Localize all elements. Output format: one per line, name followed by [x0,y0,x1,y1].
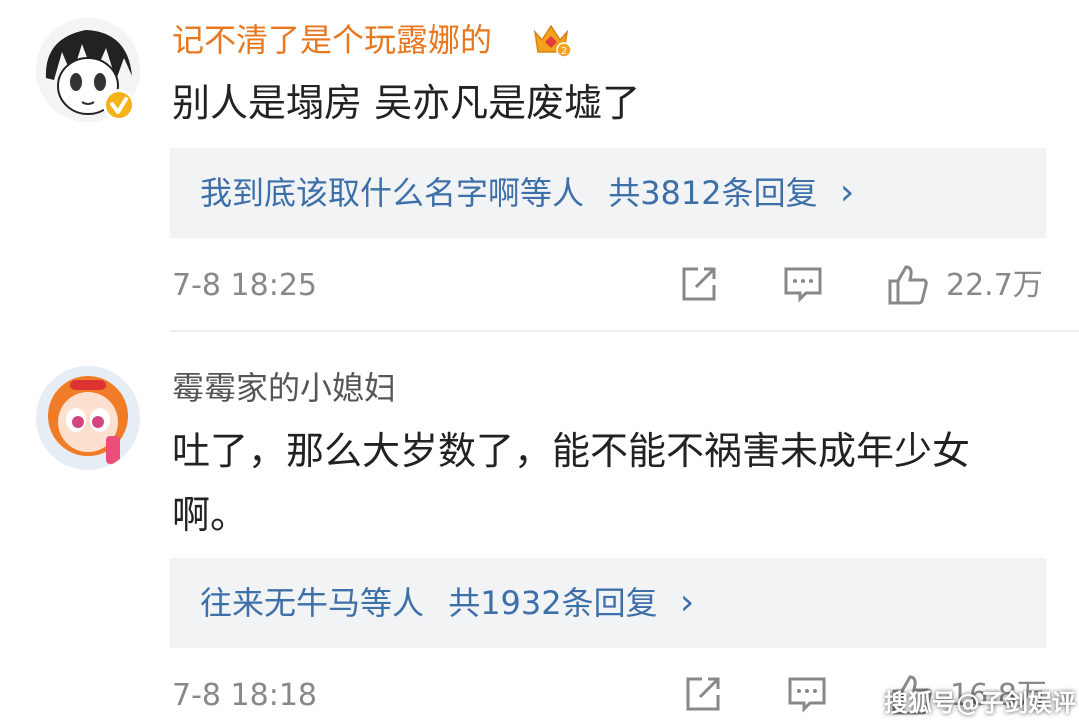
chevron-right-icon: › [839,172,855,213]
comment-meta: 7-8 18:25 22.7万 [0,261,1079,311]
avatar[interactable] [36,366,140,470]
reply-summary-text: 我到底该取什么名字啊等人 共3812条回复 › [200,148,854,238]
comment-text: 吐了，那么大岁数了，能不能不祸害未成年少女 啊。 [172,424,970,542]
share-icon[interactable] [678,263,720,309]
crown-vip-icon: 2 [530,18,572,60]
reply-count: 共3812条回复 [608,174,818,212]
reply-count: 共1932条回复 [448,584,658,622]
reply-summary-text: 往来无牛马等人 共1932条回复 › [200,558,694,648]
comment-icon[interactable] [786,673,828,719]
verified-badge-icon [102,88,136,122]
timestamp: 7-8 18:25 [172,268,317,303]
chevron-right-icon: › [679,582,695,623]
watermark: 搜狐号@子剑娱评 [884,689,1076,717]
comment-text-line: 啊。 [172,493,249,537]
reply-from: 我到底该取什么名字啊等人 [200,174,585,212]
reply-summary[interactable]: 往来无牛马等人 共1932条回复 › [170,558,1046,648]
username[interactable]: 记不清了是个玩露娜的 [172,20,492,60]
reply-from: 往来无牛马等人 [200,584,425,622]
comment-text: 别人是塌房 吴亦凡是废墟了 [172,81,641,125]
like-icon[interactable] [886,263,930,311]
timestamp: 7-8 18:18 [172,678,317,713]
like-count: 22.7万 [946,268,1043,303]
comment-icon[interactable] [782,263,824,309]
svg-text:2: 2 [561,46,567,57]
username[interactable]: 霉霉家的小媳妇 [172,368,396,408]
comment-text-line: 吐了，那么大岁数了，能不能不祸害未成年少女 [172,429,971,473]
comment-item: 霉霉家的小媳妇 吐了，那么大岁数了，能不能不祸害未成年少女 啊。 往来无牛马等人… [0,332,1079,728]
comment-item: 记不清了是个玩露娜的 2 别人是塌房 吴亦凡是废墟了 我到底该取什么名字啊等人 … [0,0,1079,330]
reply-summary[interactable]: 我到底该取什么名字啊等人 共3812条回复 › [170,148,1046,238]
share-icon[interactable] [682,673,724,719]
